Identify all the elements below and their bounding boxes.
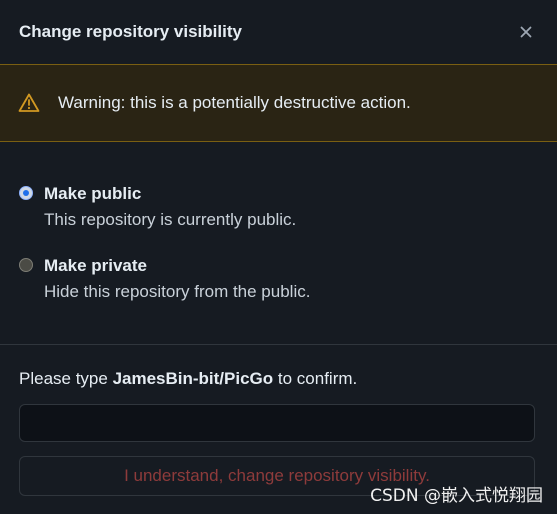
section-divider xyxy=(0,344,557,345)
option-make-private[interactable]: Make private Hide this repository from t… xyxy=(19,254,310,304)
make-public-label: Make public xyxy=(44,184,142,203)
visibility-options: Make public This repository is currently… xyxy=(19,182,310,304)
change-visibility-dialog: Change repository visibility Warning: th… xyxy=(0,0,557,514)
repo-name: JamesBin-bit/PicGo xyxy=(112,369,274,388)
make-private-radio[interactable] xyxy=(19,258,33,272)
make-public-radio[interactable] xyxy=(19,186,33,200)
warning-text: Warning: this is a potentially destructi… xyxy=(58,93,411,112)
confirm-instruction: Please type JamesBin-bit/PicGo to confir… xyxy=(19,369,357,389)
warning-banner: Warning: this is a potentially destructi… xyxy=(0,64,557,142)
confirm-suffix: to confirm. xyxy=(273,369,358,388)
confirm-repo-input[interactable] xyxy=(19,404,535,442)
confirm-prefix: Please type xyxy=(19,369,113,388)
option-make-public[interactable]: Make public This repository is currently… xyxy=(19,182,310,232)
dialog-header: Change repository visibility xyxy=(0,0,557,64)
make-private-description: Hide this repository from the public. xyxy=(44,282,311,301)
make-public-description: This repository is currently public. xyxy=(44,210,297,229)
close-icon[interactable] xyxy=(514,20,538,44)
confirm-change-visibility-button[interactable]: I understand, change repository visibili… xyxy=(19,456,535,496)
alert-triangle-icon xyxy=(18,92,40,114)
make-private-label: Make private xyxy=(44,256,147,275)
dialog-title: Change repository visibility xyxy=(19,22,242,41)
